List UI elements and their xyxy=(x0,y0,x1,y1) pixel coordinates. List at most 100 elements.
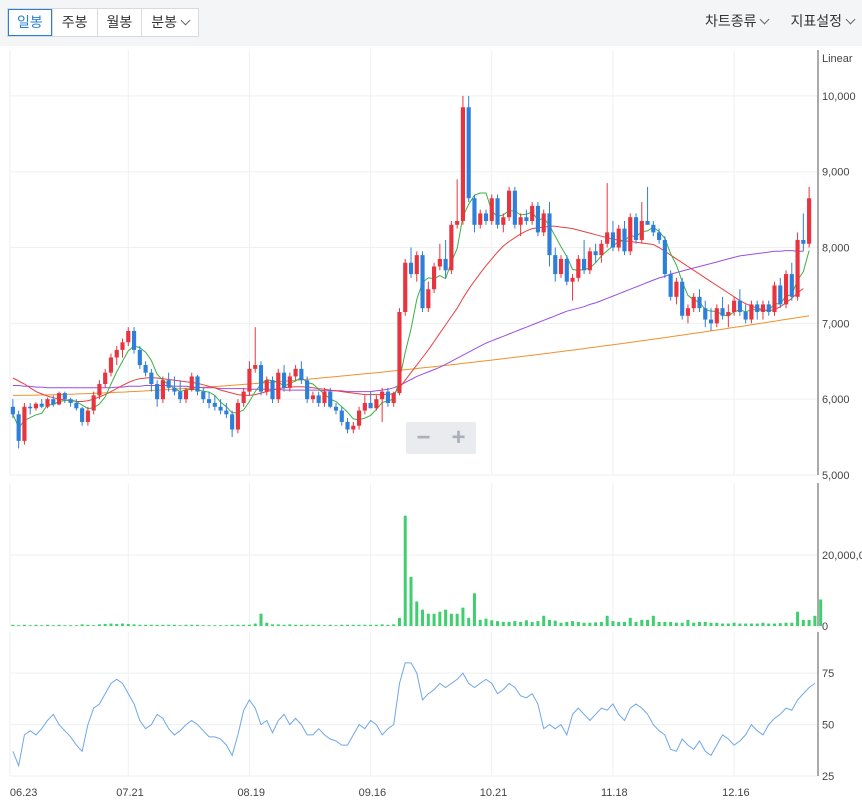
candle-body xyxy=(760,304,766,312)
chart-type-dropdown[interactable]: 차트종류 xyxy=(705,8,770,35)
volume-bar xyxy=(288,624,292,626)
x-tick-label: 12.16 xyxy=(722,787,750,799)
x-tick-label: 07.21 xyxy=(116,787,144,799)
volume-bar xyxy=(403,515,407,626)
volume-bar xyxy=(571,621,575,626)
period-monthly-button[interactable]: 월봉 xyxy=(96,9,142,36)
candle-body xyxy=(749,304,754,320)
volume-bar xyxy=(28,625,32,626)
candle-body xyxy=(33,403,39,409)
candle-body xyxy=(356,410,362,426)
volume-bar xyxy=(703,621,707,626)
candle-body xyxy=(807,198,812,244)
volume-bar xyxy=(530,621,534,626)
volume-bar xyxy=(726,623,730,626)
volume-bar xyxy=(686,619,690,626)
volume-bar xyxy=(674,622,678,626)
candle-body xyxy=(276,372,281,400)
volume-bar xyxy=(322,625,326,626)
volume-bar xyxy=(496,621,500,626)
volume-tick-label: 0 xyxy=(822,621,828,633)
volume-bar xyxy=(282,624,286,626)
candle-body xyxy=(437,258,442,267)
toolbar: 일봉 주봉 월봉 분봉 차트종류 지표설정 xyxy=(0,0,862,46)
candle-body xyxy=(131,330,137,350)
volume-bar xyxy=(149,624,153,626)
indicator-settings-label: 지표설정 xyxy=(790,13,842,29)
candle-body xyxy=(397,311,402,394)
chevron-down-icon xyxy=(760,14,770,25)
volume-bar xyxy=(438,611,442,626)
volume-bar xyxy=(63,625,67,626)
price-scale-label[interactable]: Linear xyxy=(822,53,853,65)
zoom-in-button[interactable]: + xyxy=(441,422,476,454)
volume-bar xyxy=(299,624,303,626)
candle-body xyxy=(483,213,489,222)
volume-bar xyxy=(732,622,736,626)
volume-bar xyxy=(594,622,598,626)
candle-body xyxy=(149,372,154,385)
volume-bar xyxy=(599,621,603,626)
period-daily-button[interactable]: 일봉 xyxy=(8,9,52,36)
volume-bar xyxy=(513,621,517,626)
candle-body xyxy=(587,251,592,271)
volume-bar xyxy=(351,624,355,626)
volume-bar xyxy=(490,620,494,626)
candle-body xyxy=(766,304,771,312)
candle-body xyxy=(10,406,15,415)
candle-body xyxy=(558,258,564,275)
candle-body xyxy=(380,391,385,400)
zoom-out-button[interactable]: − xyxy=(406,422,441,454)
candle-body xyxy=(501,217,506,225)
volume-bar xyxy=(397,617,401,626)
price-tick-label: 6,000 xyxy=(822,394,850,406)
volume-bar xyxy=(201,625,205,626)
volume-bar xyxy=(236,624,240,626)
x-tick-label: 09.16 xyxy=(359,787,387,799)
volume-bar xyxy=(224,625,228,626)
candle-body xyxy=(778,285,783,305)
candle-body xyxy=(789,274,794,297)
candle-body xyxy=(783,274,789,305)
volume-bar xyxy=(772,623,776,626)
candle-body xyxy=(310,395,315,400)
volume-bar xyxy=(663,621,667,626)
volume-bar xyxy=(755,623,759,626)
candle-body xyxy=(91,395,96,411)
period-weekly-button[interactable]: 주봉 xyxy=(51,9,97,36)
volume-bar xyxy=(536,621,540,626)
oscillator-tick-label: 75 xyxy=(822,668,834,680)
candle-body xyxy=(253,365,258,369)
candle-body xyxy=(299,368,304,381)
x-tick-label: 10.21 xyxy=(480,787,508,799)
period-minute-dropdown[interactable]: 분봉 xyxy=(141,9,198,36)
volume-bar xyxy=(715,622,719,626)
candle-body xyxy=(495,198,500,225)
volume-bar xyxy=(542,615,546,626)
candle-body xyxy=(657,232,662,240)
volume-bar xyxy=(380,624,384,626)
volume-bar xyxy=(276,624,280,626)
volume-bar xyxy=(767,623,771,626)
volume-bar xyxy=(467,617,471,626)
candle-body xyxy=(103,372,108,385)
candle-body xyxy=(576,258,581,278)
volume-bar xyxy=(796,611,800,626)
candle-body xyxy=(593,251,598,256)
indicator-settings-dropdown[interactable]: 지표설정 xyxy=(790,8,856,35)
candle-body xyxy=(564,258,569,282)
candle-body xyxy=(183,390,189,400)
volume-bar xyxy=(449,613,453,626)
volume-bar xyxy=(478,619,482,626)
volume-bar xyxy=(155,624,159,626)
volume-bar xyxy=(680,622,684,626)
volume-bar xyxy=(640,619,644,626)
candle-body xyxy=(524,217,529,222)
candle-body xyxy=(22,406,27,441)
volume-bar xyxy=(790,622,794,626)
x-tick-label: 06.23 xyxy=(10,787,38,799)
candle-body xyxy=(195,376,200,392)
candle-body xyxy=(426,289,431,309)
volume-bar xyxy=(501,621,505,626)
volume-bar xyxy=(259,613,263,626)
